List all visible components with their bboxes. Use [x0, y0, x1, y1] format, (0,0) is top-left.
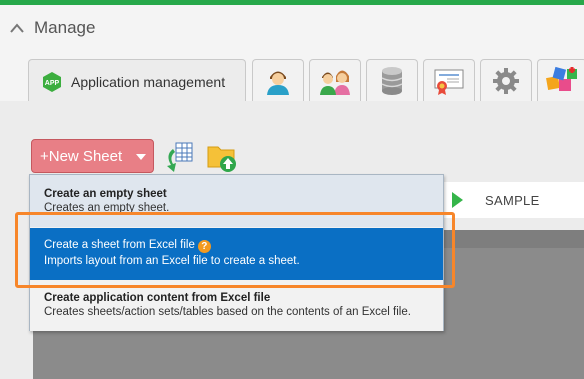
- folder-upload-icon[interactable]: [206, 141, 238, 173]
- tab-label: Application management: [71, 73, 226, 90]
- menu-item-title: Create an empty sheet: [44, 188, 167, 200]
- chevron-up-icon[interactable]: [8, 21, 26, 35]
- tab-settings[interactable]: [480, 59, 532, 102]
- menu-item-title: Create application content from Excel fi…: [44, 292, 271, 304]
- help-icon[interactable]: ?: [197, 240, 211, 253]
- tab-plugins[interactable]: [537, 59, 584, 102]
- new-sheet-label: +New Sheet: [40, 147, 123, 165]
- tab-strip: APP Application management: [0, 50, 584, 103]
- tab-application-management[interactable]: APP Application management: [28, 59, 246, 103]
- database-icon: [381, 67, 403, 95]
- menu-item-create-empty-sheet[interactable]: Create an empty sheet Creates an empty s…: [30, 175, 443, 227]
- certificate-icon: [434, 69, 464, 95]
- plugin-blocks-icon: [546, 66, 577, 91]
- table-import-icon[interactable]: [163, 141, 195, 173]
- menu-item-description: Creates an empty sheet.: [44, 202, 170, 214]
- app-icon: APP: [43, 71, 61, 92]
- chevron-down-icon: [136, 154, 146, 160]
- tab-groups[interactable]: [309, 59, 361, 102]
- new-sheet-button[interactable]: +New Sheet: [31, 139, 154, 173]
- tab-database[interactable]: [366, 59, 418, 102]
- sheet-list-row[interactable]: SAMPLE: [440, 182, 584, 218]
- menu-item-create-app-content-from-excel[interactable]: Create application content from Excel fi…: [30, 281, 443, 331]
- play-icon[interactable]: [452, 192, 463, 208]
- menu-item-description: Imports layout from an Excel file to cre…: [44, 255, 300, 267]
- user-icon: [267, 71, 289, 95]
- gear-icon: [493, 68, 519, 94]
- sample-sheet-label: SAMPLE: [485, 192, 540, 208]
- tab-license[interactable]: [423, 59, 475, 102]
- tab-users[interactable]: [252, 59, 304, 102]
- users-group-icon: [320, 70, 350, 95]
- manage-header[interactable]: Manage: [0, 5, 584, 50]
- menu-item-title: Create a sheet from Excel file: [44, 239, 195, 251]
- menu-item-description: Creates sheets/action sets/tables based …: [44, 306, 411, 318]
- new-sheet-dropdown-menu: Create an empty sheet Creates an empty s…: [29, 174, 444, 331]
- page-title: Manage: [34, 17, 96, 37]
- svg-text:APP: APP: [45, 80, 60, 87]
- menu-item-create-sheet-from-excel[interactable]: Create a sheet from Excel file? Imports …: [30, 228, 443, 280]
